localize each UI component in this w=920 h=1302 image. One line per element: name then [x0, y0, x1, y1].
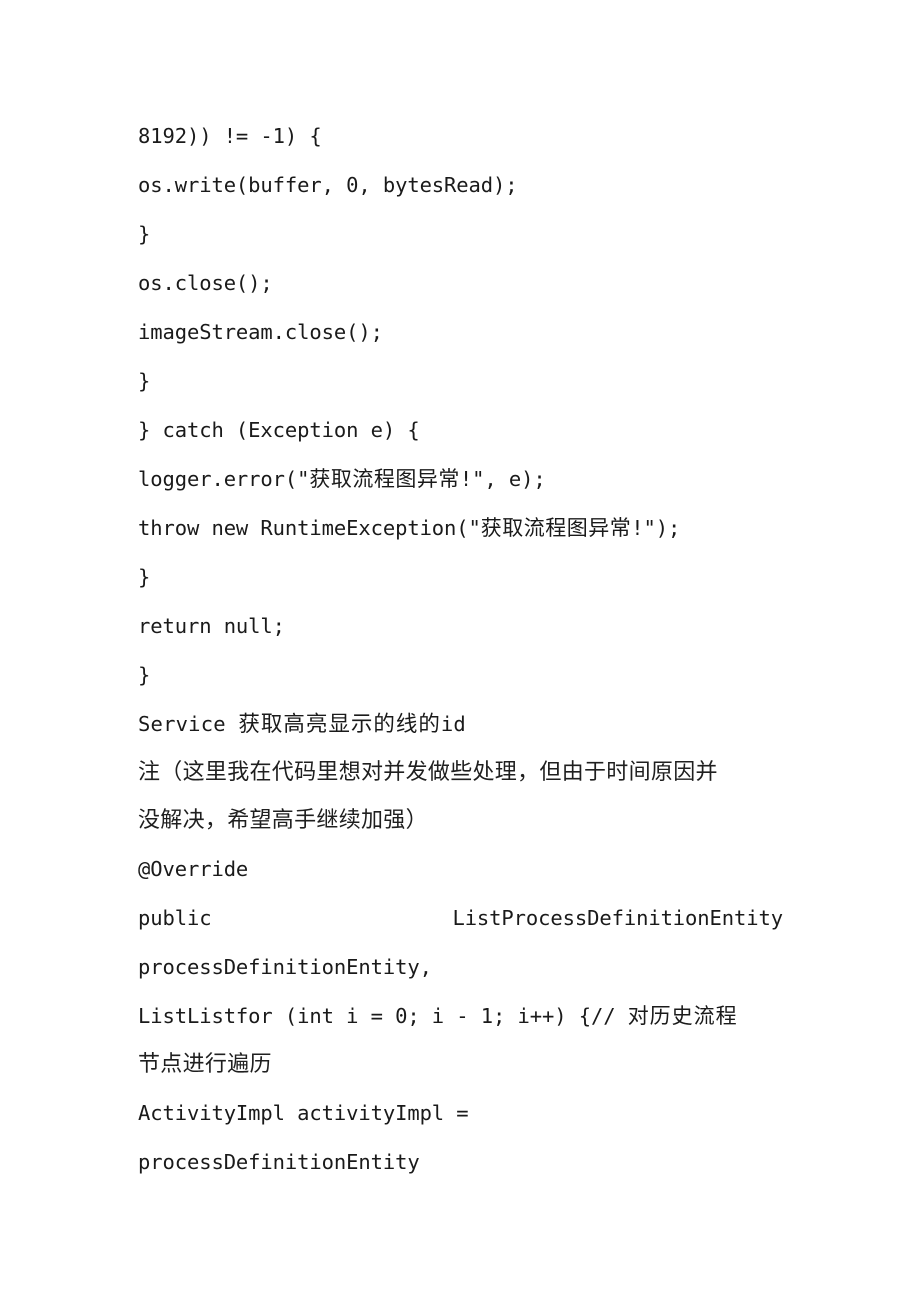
section-heading-suffix: id [440, 712, 466, 736]
code-line-3: } [138, 222, 151, 246]
code-line-2: os.write(buffer, 0, bytesRead); [138, 173, 518, 197]
method-signature-type: ListProcessDefinitionEntity [452, 906, 783, 930]
note-paragraph: 注（这里我在代码里想对并发做些处理，但由于时间原因并 没解决，希望高手继续加强） [138, 749, 786, 845]
for-loop-comment-cjk: 对历史流程 [627, 1004, 738, 1028]
section-heading-cjk: 获取高亮显示的线的 [238, 712, 441, 737]
section-heading-service: Service 获取高亮显示的线的id [138, 700, 783, 749]
code-line-for-loop: ListListfor (int i = 0; i - 1; i++) {// … [138, 992, 783, 1041]
code-line-6: } [138, 369, 151, 393]
code-line-11: return null; [138, 614, 285, 638]
code-line-9-prefix: throw new RuntimeException(" [138, 516, 481, 540]
text-column: 8192)) != -1) { os.write(buffer, 0, byte… [138, 112, 783, 1187]
for-loop-comment-continuation: 节点进行遍历 [138, 1041, 786, 1089]
for-loop-comment-continuation-text: 节点进行遍历 [138, 1052, 272, 1077]
code-line-activity-impl: ActivityImpl activityImpl = [138, 1101, 469, 1125]
for-loop-latin: ListListfor (int i = 0; i - 1; i++) {// [138, 1004, 628, 1028]
code-line-annotation-override: @Override [138, 857, 249, 881]
code-line-1: 8192)) != -1) { [138, 124, 322, 148]
code-line-9-throw-runtime-exception: throw new RuntimeException("获取流程图异常!"); [138, 504, 783, 553]
section-heading-prefix: Service [138, 712, 239, 736]
code-line-9-cjk-literal: 获取流程图异常 [480, 516, 632, 540]
code-line-8-prefix: logger.error(" [138, 467, 310, 491]
note-paragraph-line-1: 注（这里我在代码里想对并发做些处理，但由于时间原因并 [138, 760, 718, 785]
document-page: 8192)) != -1) { os.write(buffer, 0, byte… [0, 0, 920, 1302]
code-line-9-suffix: !"); [631, 516, 681, 540]
code-line-5: imageStream.close(); [138, 320, 383, 344]
code-line-7: } catch (Exception e) { [138, 418, 420, 442]
code-line-12: } [138, 663, 151, 687]
code-line-8-logger-error: logger.error("获取流程图异常!", e); [138, 455, 783, 504]
method-signature-modifier: public [138, 906, 212, 930]
code-line-process-definition-entity-param: processDefinitionEntity, [138, 955, 432, 979]
note-paragraph-line-2: 没解决，希望高手继续加强） [138, 808, 428, 833]
code-line-10: } [138, 565, 151, 589]
code-line-4: os.close(); [138, 271, 273, 295]
code-line-8-suffix: !", e); [459, 467, 546, 491]
code-line-method-signature: public ListProcessDefinitionEntity [138, 894, 783, 943]
code-line-8-cjk-literal: 获取流程图异常 [309, 467, 460, 491]
code-line-process-definition-entity-tail: processDefinitionEntity [138, 1150, 420, 1174]
